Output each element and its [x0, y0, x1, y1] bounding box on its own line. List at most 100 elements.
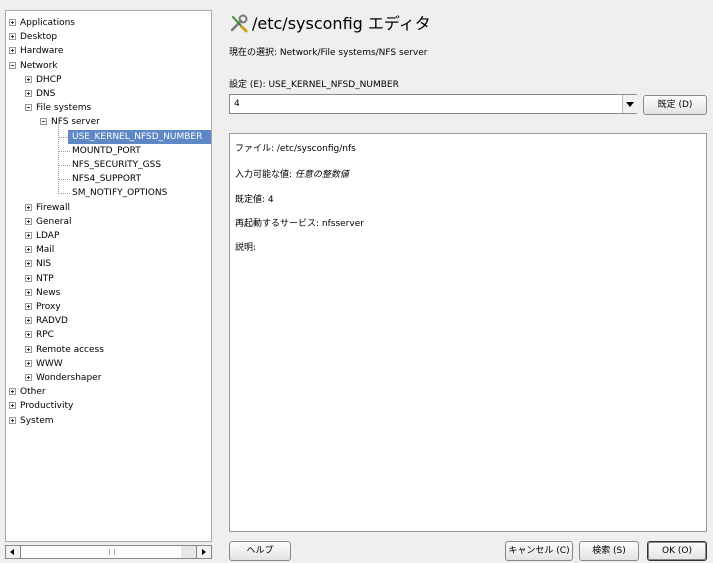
chevron-down-icon	[626, 102, 634, 107]
search-button[interactable]: 検索 (S)	[579, 541, 639, 561]
tree-item[interactable]: NTP	[6, 272, 211, 286]
tree-item[interactable]: NFS_SECURITY_GSS	[6, 158, 211, 172]
cancel-button[interactable]: キャンセル (C)	[505, 541, 573, 561]
tree-item[interactable]: RPC	[6, 328, 211, 342]
expand-icon[interactable]	[9, 402, 16, 410]
tree-item[interactable]: Productivity	[6, 399, 211, 413]
tree-item[interactable]: Network	[6, 59, 211, 73]
tree-item-label: Wondershaper	[36, 373, 102, 383]
tree-vertical-line	[58, 125, 59, 193]
tree-item-label: Network	[20, 60, 58, 71]
tree-item-label: NTP	[36, 273, 54, 284]
setting-value[interactable]: 4	[234, 99, 240, 109]
tree-item[interactable]: MOUNTD_PORT	[6, 144, 211, 158]
default-button[interactable]: 既定 (D)	[643, 95, 707, 115]
tree-item[interactable]: DNS	[6, 87, 211, 101]
tree-item[interactable]: Remote access	[6, 343, 211, 357]
current-selection: 現在の選択: Network/File systems/NFS server	[229, 48, 428, 58]
expand-icon[interactable]	[9, 388, 16, 396]
tree-horizontal-scrollbar[interactable]	[5, 545, 212, 559]
expand-icon[interactable]	[25, 317, 32, 325]
expand-icon[interactable]	[25, 331, 32, 339]
expand-icon[interactable]	[25, 303, 32, 310]
expand-icon[interactable]	[25, 345, 32, 353]
tree-item[interactable]: NFS4_SUPPORT	[6, 172, 211, 186]
default-value-info: 既定値: 4	[235, 195, 274, 205]
tree-item[interactable]: Mail	[6, 243, 211, 257]
tree-item[interactable]: RADVD	[6, 314, 211, 328]
tree-item[interactable]: LDAP	[6, 229, 211, 243]
collapse-icon[interactable]	[25, 104, 32, 112]
setting-value-combobox[interactable]: 4	[229, 94, 637, 114]
tree-item-label: System	[20, 415, 54, 426]
tree-item[interactable]: Proxy	[6, 300, 211, 314]
tree-branch-line	[58, 179, 70, 181]
tree-item[interactable]: NIS	[6, 257, 211, 271]
scroll-right-button[interactable]	[196, 546, 211, 558]
tree-item[interactable]: Other	[6, 385, 211, 399]
ok-button[interactable]: OK (O)	[647, 541, 707, 561]
expand-icon[interactable]	[25, 374, 32, 381]
expand-icon[interactable]	[25, 232, 32, 239]
tree-item-label: Hardware	[20, 46, 64, 57]
possible-values-label: 入力可能な値:	[235, 170, 295, 180]
tree-item-label: File systems	[36, 103, 92, 114]
expand-icon[interactable]	[9, 416, 16, 424]
expand-icon[interactable]	[25, 246, 32, 254]
scrollbar-thumb[interactable]	[21, 546, 181, 558]
help-button[interactable]: ヘルプ	[229, 541, 291, 561]
tree-item[interactable]: System	[6, 414, 211, 428]
collapse-icon[interactable]	[40, 118, 47, 126]
tree-item-label: NFS_SECURITY_GSS	[72, 160, 162, 170]
window-title: /etc/sysconfig エディタ	[252, 14, 431, 33]
tree-item[interactable]: SM_NOTIFY_OPTIONS	[6, 186, 211, 200]
tree-item-label: Firewall	[36, 202, 70, 213]
tree-item[interactable]: NFS server	[6, 115, 211, 129]
scroll-left-button[interactable]	[6, 546, 21, 558]
tree-item[interactable]: Desktop	[6, 30, 211, 44]
tree-item[interactable]: File systems	[6, 101, 211, 115]
expand-icon[interactable]	[9, 19, 16, 26]
restart-service-info: 再起動するサービス: nfsserver	[235, 219, 364, 229]
description-info: 説明:	[235, 243, 257, 253]
tree-item-label: NIS	[36, 259, 52, 270]
expand-icon[interactable]	[25, 90, 32, 97]
tree-item-label: WWW	[36, 358, 63, 369]
expand-icon[interactable]	[25, 75, 32, 83]
possible-values-value: 任意の整数値	[294, 170, 349, 180]
tree-item-label: NFS4_SUPPORT	[72, 174, 142, 185]
tree-item-label: Other	[20, 387, 46, 398]
tree-item[interactable]: Applications	[6, 16, 211, 30]
tree-item[interactable]: General	[6, 215, 211, 229]
tree-item[interactable]: DHCP	[6, 73, 211, 87]
config-tree[interactable]: Applications Desktop Hardware Network DHCP DN…	[5, 10, 212, 542]
tree-item-label: Proxy	[36, 302, 61, 312]
tree-item-label: Desktop	[20, 32, 58, 43]
tree-item[interactable]: USE_KERNEL_NFSD_NUMBER	[6, 129, 211, 144]
tree-item[interactable]: Firewall	[6, 201, 211, 215]
expand-icon[interactable]	[25, 274, 32, 282]
expand-icon[interactable]	[25, 288, 32, 296]
expand-icon[interactable]	[25, 217, 32, 225]
tree-branch-line	[58, 193, 70, 195]
expand-icon[interactable]	[25, 359, 32, 367]
tree-item[interactable]: Hardware	[6, 44, 211, 58]
arrow-right-icon	[202, 549, 206, 555]
grip-icon	[109, 549, 115, 555]
expand-icon[interactable]	[9, 33, 16, 41]
tree-branch-line	[58, 150, 70, 152]
possible-values-info: 入力可能な値: 任意の整数値	[235, 167, 349, 180]
setting-label: 設定 (E): USE_KERNEL_NFSD_NUMBER	[229, 80, 399, 90]
info-panel: ファイル: /etc/sysconfig/nfs 入力可能な値: 任意の整数値 …	[229, 133, 707, 532]
tree-item[interactable]: WWW	[6, 357, 211, 371]
tree-item-label: DNS	[36, 89, 56, 99]
tree-item-label: DHCP	[36, 74, 62, 85]
expand-icon[interactable]	[25, 260, 32, 268]
expand-icon[interactable]	[9, 47, 16, 55]
tree-item[interactable]: News	[6, 286, 211, 300]
dropdown-button[interactable]	[622, 95, 637, 113]
tree-item[interactable]: Wondershaper	[6, 371, 211, 385]
expand-icon[interactable]	[25, 203, 32, 211]
collapse-icon[interactable]	[9, 61, 16, 69]
tree-item-label: MOUNTD_PORT	[72, 145, 141, 156]
